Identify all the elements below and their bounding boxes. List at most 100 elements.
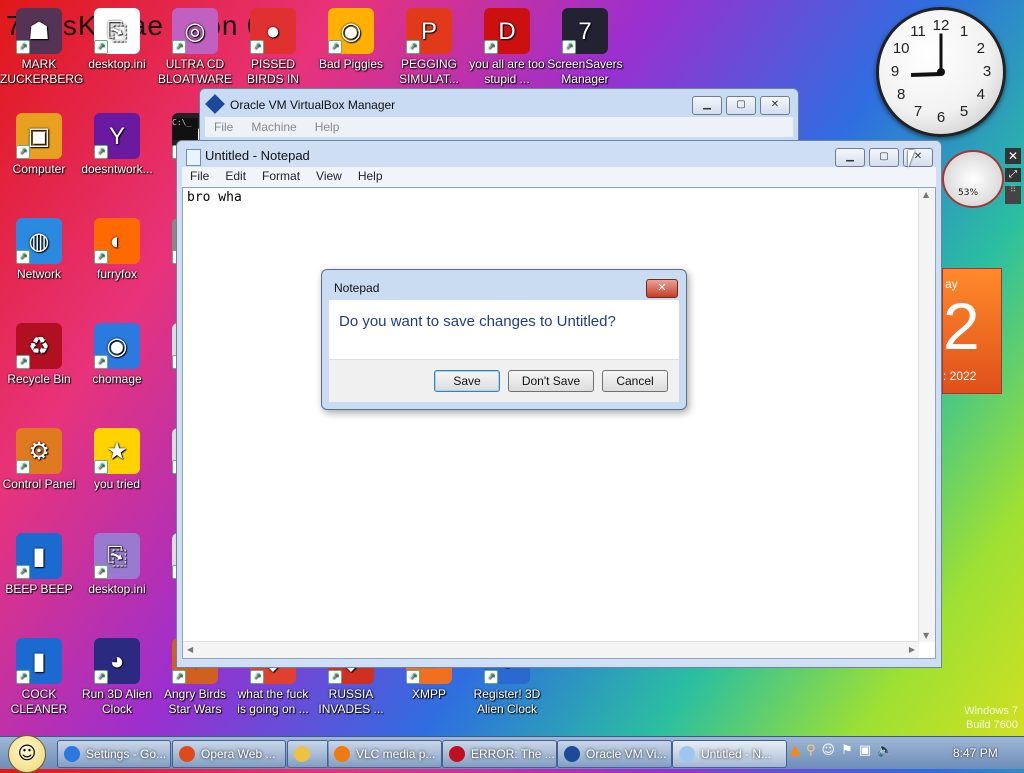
- desktop-icon[interactable]: ◎ ↗ ULTRA CD BLOATWARE: [156, 8, 234, 87]
- shortcut-arrow-icon: ↗: [16, 670, 30, 684]
- menu-edit[interactable]: Edit: [217, 167, 254, 187]
- taskbar-button[interactable]: Settings - Go...: [57, 740, 171, 768]
- gadget-drag-handle-icon[interactable]: ⠿: [1005, 186, 1021, 204]
- desktop-icon-label: doesntwork...: [81, 162, 153, 176]
- clock-number: 5: [959, 102, 969, 120]
- desktop-icon[interactable]: ▣ ↗ Computer: [0, 113, 78, 177]
- desktop-icon[interactable]: ★ ↗ you tried: [78, 428, 156, 492]
- menu-machine[interactable]: Machine: [242, 117, 305, 137]
- taskbar: ☺ Settings - Go... Opera Web ... VLC media…: [0, 735, 1024, 773]
- desktop-icon[interactable]: ⚙ ↗ Control Panel: [0, 428, 78, 492]
- dialog-message: Do you want to save changes to Untitled?: [339, 313, 616, 330]
- desktop-icon[interactable]: ♻ ↗ Recycle Bin: [0, 323, 78, 387]
- taskbar-button-label: ERROR: The ...: [471, 747, 555, 761]
- emoji-tray-icon[interactable]: ☺: [822, 743, 836, 758]
- taskbar-button[interactable]: Oracle VM Vi...: [557, 740, 672, 768]
- taskbar-button-label: Oracle VM Vi...: [586, 747, 667, 761]
- desktop-icon-label: Control Panel: [2, 477, 76, 491]
- dont-save-button[interactable]: Don't Save: [508, 370, 594, 392]
- dialog-close-button[interactable]: ✕: [646, 279, 678, 298]
- menu-help[interactable]: Help: [350, 167, 391, 187]
- gadget-settings-icon[interactable]: ⤢: [1005, 168, 1021, 182]
- close-button[interactable]: ✕: [760, 96, 790, 115]
- clock-gadget[interactable]: 12 1 2 3 4 5 6 7 8 9 10 11: [876, 7, 1006, 137]
- network-tray-icon[interactable]: ▣: [859, 743, 871, 758]
- clock-number: 4: [976, 86, 985, 103]
- desktop-icon-label: MARK ZUCKERBERG: [0, 57, 84, 86]
- opera-icon: [449, 746, 465, 762]
- taskbar-button[interactable]: [287, 740, 329, 768]
- volume-tray-icon[interactable]: 🔈: [877, 743, 893, 758]
- taskbar-button[interactable]: Opera Web ...: [172, 740, 286, 768]
- taskbar-button[interactable]: VLC media p...: [327, 740, 442, 768]
- dialog-button-bar: Save Don't Save Cancel: [329, 359, 679, 402]
- shortcut-arrow-icon: ↗: [94, 355, 108, 369]
- shortcut-arrow-icon: ↗: [172, 40, 186, 54]
- desktop-icon[interactable]: P ↗ PEGGING SIMULAT...: [390, 8, 468, 87]
- desktop-icon[interactable]: ◐ ↗ furryfox: [78, 218, 156, 282]
- shortcut-arrow-icon: ↗: [328, 40, 342, 54]
- save-button[interactable]: Save: [434, 370, 500, 392]
- search-tray-icon[interactable]: ⚲: [806, 743, 816, 758]
- desktop-icon-label: Run 3D Alien Clock: [81, 687, 153, 716]
- cancel-button[interactable]: Cancel: [602, 370, 668, 392]
- desktop-icon[interactable]: ⎘ ↗ desktop.ini: [78, 8, 156, 72]
- desktop-icon[interactable]: 7 ↗ ScreenSavers Manager: [546, 8, 624, 87]
- desktop-icon[interactable]: Y ↗ doesntwork...: [78, 113, 156, 177]
- firefox-icon: ◐ ↗: [94, 218, 140, 264]
- taskbar-clock[interactable]: 8:47 PM: [953, 746, 998, 760]
- desktop-icon[interactable]: ◉ ↗ chomage: [78, 323, 156, 387]
- vlc-tray-icon[interactable]: ▲: [790, 743, 800, 758]
- dialog-body: Do you want to save changes to Untitled?: [329, 300, 679, 359]
- cpu-meter-gadget[interactable]: 53%: [942, 150, 1004, 208]
- gadget-close-icon[interactable]: ✕: [1005, 148, 1021, 164]
- chrome-icon: [64, 746, 80, 762]
- desktop-icon[interactable]: ◍ ↗ Network: [0, 218, 78, 282]
- clock-number: 9: [890, 63, 900, 80]
- save-changes-dialog[interactable]: Notepad ✕ Do you want to save changes to…: [321, 269, 687, 410]
- editor-content: bro wha: [187, 190, 242, 205]
- desktop-icon[interactable]: ⎘ ↗ desktop.ini: [78, 533, 156, 597]
- recycle-bin-icon: ♻ ↗: [16, 323, 62, 369]
- desktop-icon[interactable]: ◉ ↗ Bad Piggies: [312, 8, 390, 72]
- alien-clock-icon: ◕↗: [94, 638, 140, 684]
- maximize-button[interactable]: ▢: [726, 96, 756, 115]
- vertical-scrollbar[interactable]: ▲ ▼: [918, 188, 935, 642]
- shortcut-arrow-icon: ↗: [562, 40, 576, 54]
- desktop-icon[interactable]: ▮ ↗ BEEP BEEP: [0, 533, 78, 597]
- menu-view[interactable]: View: [308, 167, 350, 187]
- taskbar-button-label: Untitled - N...: [701, 747, 772, 761]
- flag-tray-icon[interactable]: ⚑: [841, 743, 853, 758]
- watermark-line-1: Windows 7: [964, 705, 1018, 717]
- dev-cpp-icon: D ↗: [484, 8, 530, 54]
- menu-format[interactable]: Format: [254, 167, 308, 187]
- scroll-right-icon[interactable]: ▶: [909, 645, 915, 654]
- text-file-icon: ⎘ ↗: [94, 8, 140, 54]
- menu-file[interactable]: File: [205, 117, 242, 137]
- shortcut-arrow-icon: ↗: [94, 460, 108, 474]
- menu-help[interactable]: Help: [306, 117, 349, 137]
- desktop-icon[interactable]: ◕ ↗ Run 3D Alien Clock: [78, 638, 156, 717]
- desktop-icon[interactable]: ☗ ↗ MARK ZUCKERBERG: [0, 8, 84, 87]
- shortcut-arrow-icon: ↗: [94, 145, 108, 159]
- scroll-left-icon[interactable]: ◀: [187, 645, 193, 654]
- scroll-down-icon[interactable]: ▼: [923, 631, 929, 640]
- desktop-icon[interactable]: ▮ ↗ COCK CLEANER: [0, 638, 78, 717]
- scroll-up-icon[interactable]: ▲: [923, 190, 929, 199]
- calendar-gadget[interactable]: ay 2 : 2022: [942, 268, 1002, 394]
- firefox-icon: [179, 746, 195, 762]
- minimize-button[interactable]: ▁: [835, 148, 865, 167]
- taskbar-button[interactable]: ERROR: The ...: [442, 740, 557, 768]
- maximize-button[interactable]: ▢: [869, 148, 899, 167]
- taskbar-button-label: Settings - Go...: [86, 747, 167, 761]
- horizontal-scrollbar[interactable]: ◀ ▶: [183, 641, 919, 658]
- shortcut-arrow-icon: ↗: [94, 670, 108, 684]
- desktop-icon[interactable]: D ↗ you all are too stupid ...: [468, 8, 546, 87]
- taskbar-button[interactable]: Untitled - N...: [672, 740, 787, 768]
- menu-file[interactable]: File: [182, 167, 217, 187]
- text-editor-area[interactable]: bro wha ▲ ▼ ◀ ▶: [182, 187, 936, 659]
- minimize-button[interactable]: ▁: [692, 96, 722, 115]
- pig-icon: ◉ ↗: [328, 8, 374, 54]
- clock-number: 6: [936, 109, 946, 126]
- start-button[interactable]: ☺: [8, 735, 46, 773]
